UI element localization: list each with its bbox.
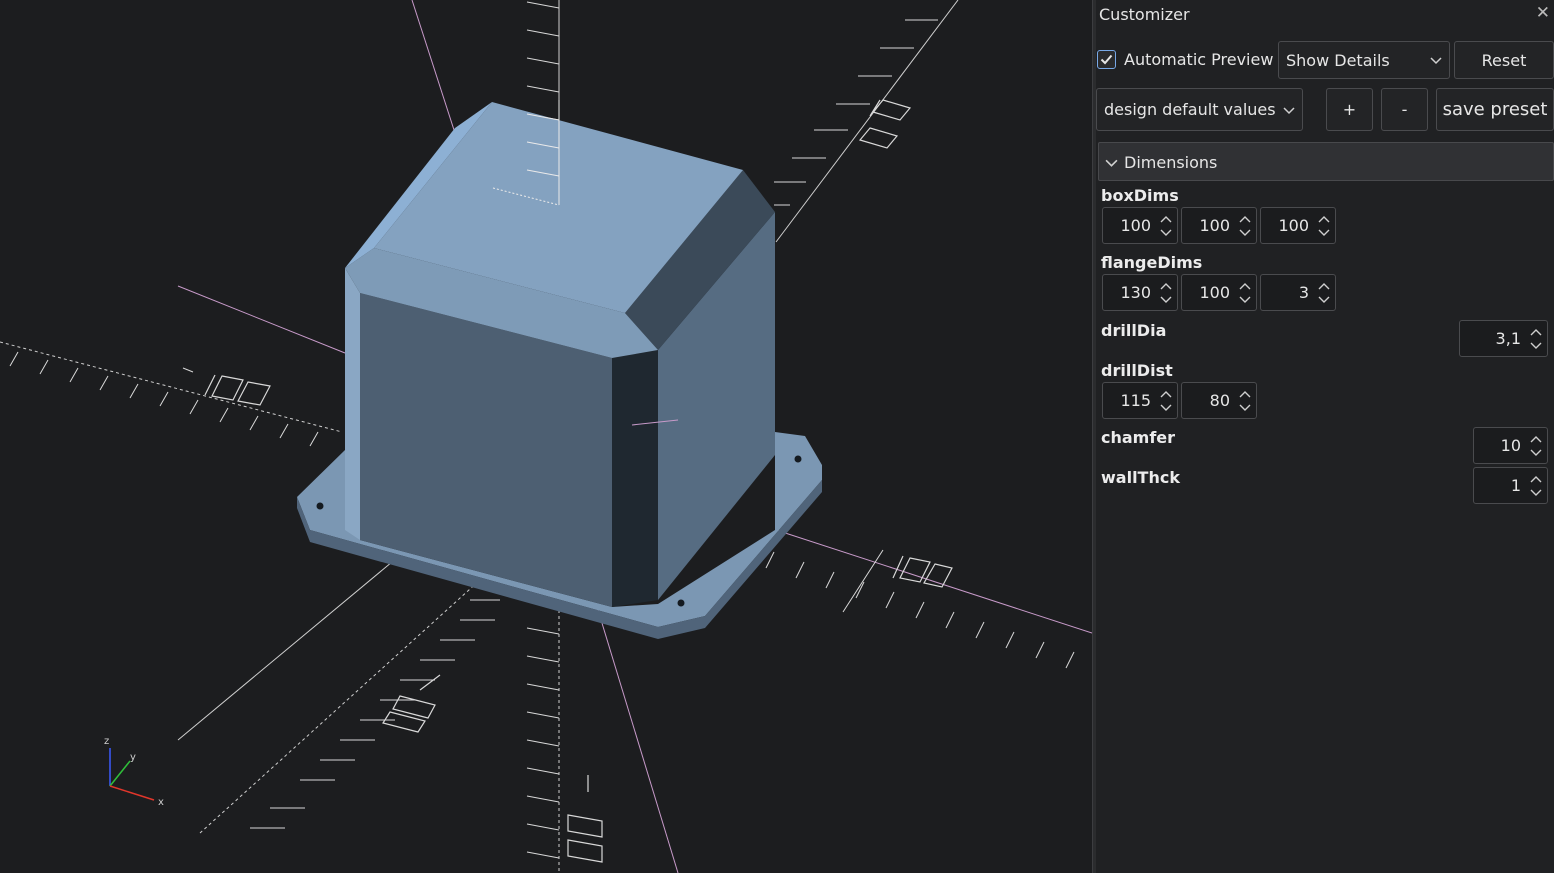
param-label-flangedims: flangeDims	[1101, 253, 1203, 272]
drilldia-spinbox[interactable]: 3,1	[1459, 320, 1548, 357]
spinbox-value: 115	[1120, 391, 1151, 410]
param-label-drilldia: drillDia	[1101, 321, 1167, 340]
spinbox-value: 80	[1209, 391, 1230, 410]
close-icon[interactable]: ✕	[1536, 3, 1550, 23]
spinbox-arrows-icon[interactable]	[1238, 388, 1252, 414]
drilldist-y-spinbox[interactable]: 80	[1181, 382, 1257, 419]
details-mode-select[interactable]: Show Details	[1278, 41, 1450, 79]
spinbox-value: 100	[1199, 216, 1230, 235]
render-canvas[interactable]: z y x	[0, 0, 1092, 873]
spinbox-arrows-icon[interactable]	[1529, 326, 1543, 352]
chevron-down-icon	[1430, 57, 1442, 65]
chamfer-spinbox[interactable]: 10	[1473, 427, 1548, 464]
automatic-preview-label: Automatic Preview	[1124, 50, 1274, 69]
drilldist-x-spinbox[interactable]: 115	[1102, 382, 1178, 419]
spinbox-value: 130	[1120, 283, 1151, 302]
chevron-down-icon	[1283, 106, 1295, 114]
boxdims-x-spinbox[interactable]: 100	[1102, 207, 1178, 244]
flangedims-z-spinbox[interactable]: 3	[1260, 274, 1336, 311]
spinbox-value: 3	[1298, 283, 1309, 302]
spinbox-arrows-icon[interactable]	[1159, 388, 1173, 414]
spinbox-arrows-icon[interactable]	[1529, 473, 1543, 499]
spinbox-value: 100	[1120, 216, 1151, 235]
remove-preset-button[interactable]: -	[1381, 88, 1428, 131]
spinbox-value: 1	[1510, 476, 1521, 495]
param-label-wallthck: wallThck	[1101, 468, 1180, 487]
param-label-drilldist: drillDist	[1101, 361, 1173, 380]
add-preset-button[interactable]: +	[1326, 88, 1373, 131]
spinbox-arrows-icon[interactable]	[1238, 213, 1252, 239]
chevron-down-icon	[1105, 159, 1118, 167]
gizmo-y-label: y	[130, 752, 136, 763]
spinbox-value: 3,1	[1495, 329, 1521, 348]
param-label-chamfer: chamfer	[1101, 428, 1176, 447]
gizmo-z-label: z	[104, 736, 109, 747]
spinbox-arrows-icon[interactable]	[1529, 433, 1543, 459]
spinbox-value: 100	[1278, 216, 1309, 235]
save-preset-button[interactable]: save preset	[1436, 88, 1554, 131]
3d-viewport[interactable]: z y x	[0, 0, 1092, 873]
customizer-panel: Customizer ✕ Automatic Preview Show Deta…	[1096, 0, 1554, 873]
spinbox-arrows-icon[interactable]	[1238, 280, 1252, 306]
reset-button[interactable]: Reset	[1454, 41, 1554, 79]
preset-value: design default values	[1104, 100, 1276, 119]
flangedims-x-spinbox[interactable]: 130	[1102, 274, 1178, 311]
wallthck-spinbox[interactable]: 1	[1473, 467, 1548, 504]
spinbox-value: 100	[1199, 283, 1230, 302]
boxdims-z-spinbox[interactable]: 100	[1260, 207, 1336, 244]
axes-gizmo: z y x	[104, 736, 164, 808]
flangedims-y-spinbox[interactable]: 100	[1181, 274, 1257, 311]
checkmark-icon	[1100, 54, 1113, 65]
spinbox-arrows-icon[interactable]	[1159, 280, 1173, 306]
gizmo-x-label: x	[158, 797, 164, 808]
spinbox-arrows-icon[interactable]	[1317, 280, 1331, 306]
spinbox-value: 10	[1500, 436, 1521, 455]
spinbox-arrows-icon[interactable]	[1317, 213, 1331, 239]
group-header-dimensions[interactable]: Dimensions	[1098, 142, 1554, 181]
param-label-boxdims: boxDims	[1101, 186, 1179, 205]
details-mode-value: Show Details	[1286, 50, 1390, 70]
customizer-title: Customizer	[1099, 5, 1190, 24]
preset-select[interactable]: design default values	[1096, 88, 1303, 131]
group-name: Dimensions	[1124, 153, 1218, 172]
spinbox-arrows-icon[interactable]	[1159, 213, 1173, 239]
boxdims-y-spinbox[interactable]: 100	[1181, 207, 1257, 244]
automatic-preview-checkbox[interactable]	[1097, 50, 1116, 69]
